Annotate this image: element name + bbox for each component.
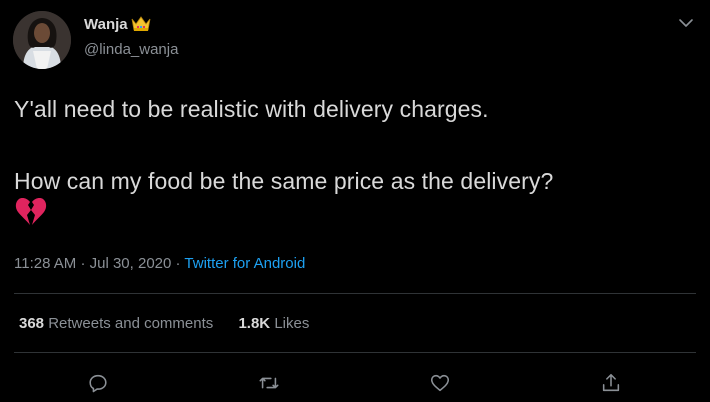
tweet-line-2: How can my food be the same price as the…	[14, 168, 554, 194]
tweet-line-1: Y'all need to be realistic with delivery…	[14, 96, 489, 122]
reply-icon[interactable]	[86, 371, 110, 395]
tweet-source-link[interactable]: Twitter for Android	[184, 255, 305, 272]
retweets-label: Retweets and comments	[48, 315, 214, 332]
retweets-stat[interactable]: 368 Retweets and comments	[19, 315, 217, 332]
meta-separator: ·	[175, 255, 181, 272]
divider	[14, 293, 696, 294]
like-icon[interactable]	[428, 371, 452, 395]
tweet-time[interactable]: 11:28 AM	[14, 255, 76, 272]
likes-count: 1.8K	[238, 315, 271, 332]
tweet-text: Y'all need to be realistic with delivery…	[14, 91, 704, 199]
meta-separator: ·	[80, 255, 86, 272]
user-handle[interactable]: @linda_wanja	[84, 41, 178, 58]
share-icon[interactable]	[599, 371, 623, 395]
display-name[interactable]: Wanja	[84, 16, 128, 33]
tweet-stats: 368 Retweets and comments 1.8K Likes	[19, 315, 309, 332]
divider	[14, 352, 696, 353]
retweets-count: 368	[19, 315, 45, 332]
likes-stat[interactable]: 1.8K Likes	[238, 315, 309, 332]
likes-label: Likes	[274, 315, 310, 332]
retweet-icon[interactable]	[257, 371, 281, 395]
crown-emoji-icon	[131, 15, 151, 37]
avatar[interactable]	[13, 11, 71, 69]
broken-heart-icon	[14, 197, 48, 232]
chevron-down-icon[interactable]	[678, 16, 694, 30]
tweet-meta: 11:28 AM · Jul 30, 2020 · Twitter for An…	[14, 255, 305, 272]
tweet-date[interactable]: Jul 30, 2020	[90, 255, 172, 272]
